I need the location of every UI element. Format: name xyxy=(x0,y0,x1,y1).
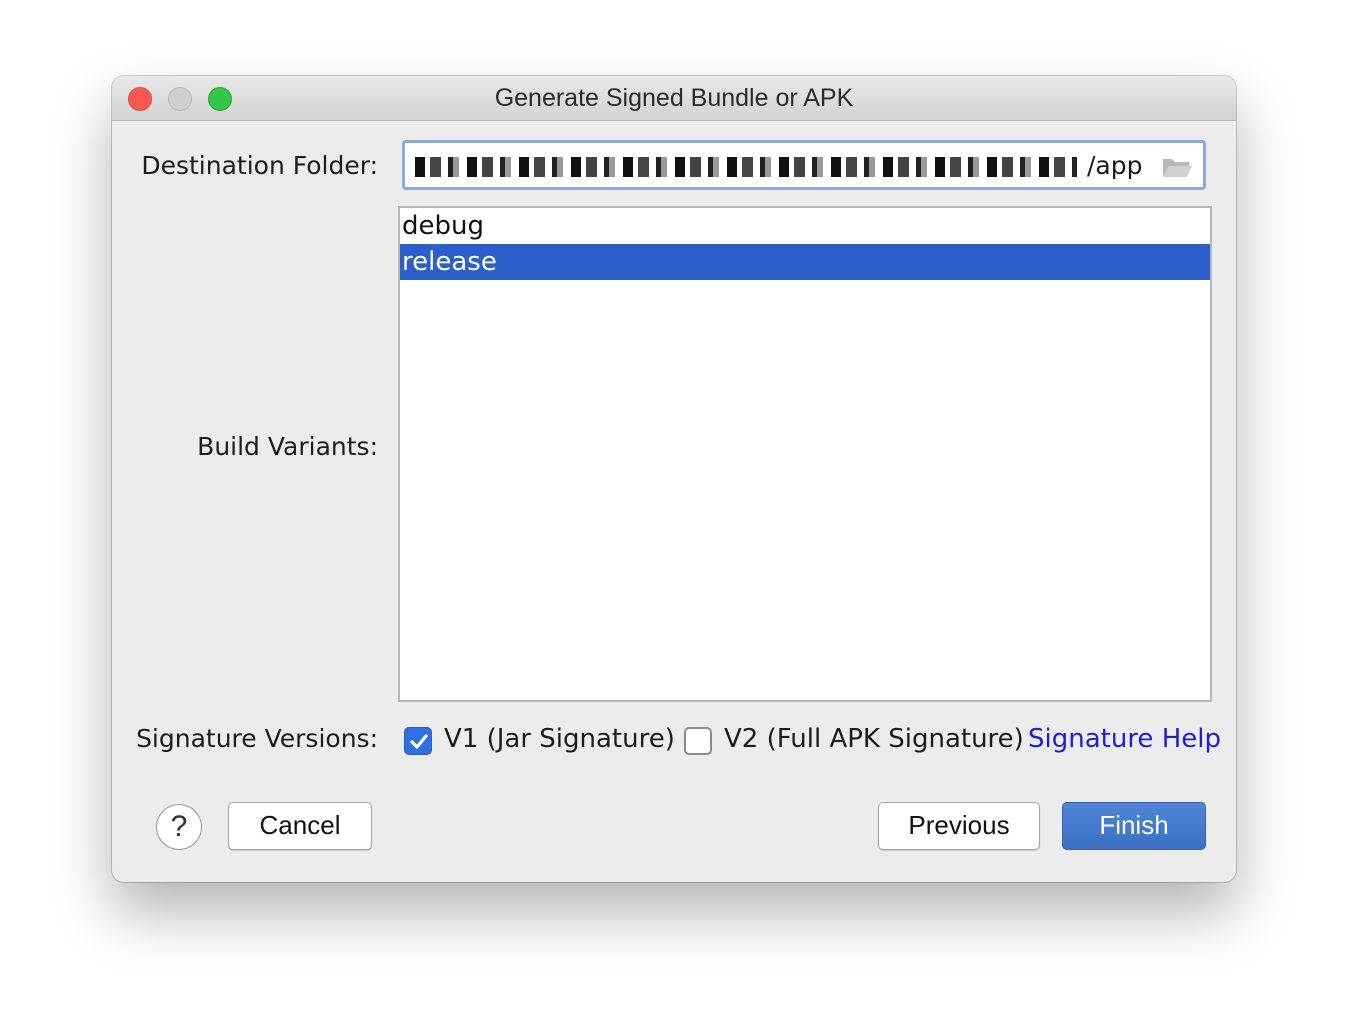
v2-checkbox-label[interactable]: V2 (Full APK Signature) xyxy=(724,724,1024,754)
destination-path-suffix: /app xyxy=(1087,151,1143,180)
build-variants-list[interactable]: debug release xyxy=(398,206,1212,702)
v1-checkbox-label[interactable]: V1 (Jar Signature) xyxy=(444,724,675,754)
v2-checkbox[interactable] xyxy=(684,727,712,755)
window-title: Generate Signed Bundle or APK xyxy=(494,84,854,112)
dialog-window: Generate Signed Bundle or APK Destinatio… xyxy=(112,76,1236,882)
signature-help-link[interactable]: Signature Help xyxy=(1028,724,1221,754)
cancel-button[interactable]: Cancel xyxy=(228,802,372,850)
finish-button[interactable]: Finish xyxy=(1062,802,1206,850)
build-variants-label: Build Variants: xyxy=(197,432,378,461)
folder-open-icon[interactable] xyxy=(1161,155,1193,179)
variant-item-debug[interactable]: debug xyxy=(400,208,1210,244)
previous-button[interactable]: Previous xyxy=(878,802,1040,850)
checkmark-icon xyxy=(410,734,428,749)
v1-checkbox[interactable] xyxy=(404,727,432,755)
title-bar: Generate Signed Bundle or APK xyxy=(112,76,1236,121)
destination-folder-input[interactable]: /app xyxy=(402,140,1206,190)
redacted-path xyxy=(415,157,1077,177)
signature-versions-label: Signature Versions: xyxy=(136,724,378,753)
destination-folder-label: Destination Folder: xyxy=(141,151,378,180)
variant-item-release[interactable]: release xyxy=(400,244,1210,280)
help-button[interactable]: ? xyxy=(156,804,202,850)
